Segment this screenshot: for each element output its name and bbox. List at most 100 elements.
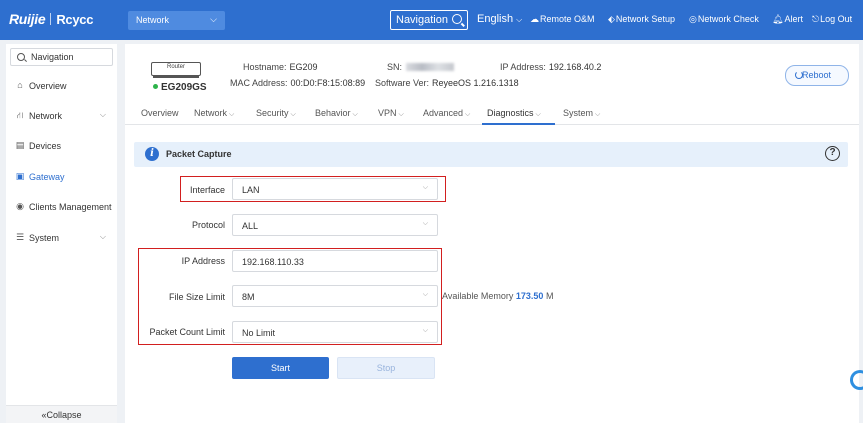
reboot-button[interactable]: Reboot — [785, 65, 849, 86]
packet-capture-header: i Packet Capture ? — [134, 142, 848, 167]
gateway-icon: ▣ — [15, 171, 25, 181]
chevron-down-icon: ⌵ — [595, 111, 601, 118]
sidebar-item-label: Network — [29, 111, 63, 121]
tab-overview[interactable]: Overview — [141, 108, 179, 118]
network-setup-link[interactable]: ⬖Network Setup — [608, 14, 675, 25]
logo-separator — [50, 13, 52, 25]
navigation-search-button[interactable]: Navigation — [390, 10, 468, 30]
alert-label: Alert — [784, 14, 803, 24]
sidebar-item-gateway[interactable]: ▣ Gateway — [6, 168, 117, 188]
stop-button[interactable]: Stop — [337, 357, 435, 379]
tab-label: Network — [194, 108, 228, 118]
network-select-label: Network — [136, 15, 170, 25]
sidebar-item-label: Overview — [29, 81, 67, 91]
chevron-down-icon: ⌵ — [535, 111, 541, 118]
sidebar-item-label: Gateway — [29, 172, 65, 182]
language-label: English — [477, 13, 514, 25]
chevron-down-icon: ⌵ — [516, 15, 523, 24]
network-icon: ⛙ — [16, 110, 24, 120]
bell-icon: 🔔︎ — [772, 14, 784, 24]
available-memory-value: 173.50 — [515, 291, 544, 301]
devices-icon: ▤ — [15, 140, 25, 150]
mac-label: MAC Address: — [230, 78, 288, 88]
remote-om-link[interactable]: ☁Remote O&M — [530, 14, 595, 25]
tab-label: VPN — [378, 108, 397, 118]
sidebar-item-label: System — [29, 233, 60, 243]
tab-label: System — [563, 108, 594, 118]
chevron-down-icon: ⌵ — [398, 111, 404, 118]
highlight-box-filters — [138, 248, 442, 345]
available-memory: Available Memory 173.50 M — [442, 291, 553, 301]
language-select[interactable]: English ⌵ — [477, 13, 522, 25]
chevron-down-icon: ⌵ — [290, 111, 296, 118]
network-check-link[interactable]: ◎Network Check — [689, 14, 759, 25]
software-info: Software Ver: ReyeeOS 1.216.1318 — [375, 78, 519, 88]
collapse-button[interactable]: «Collapse — [6, 405, 117, 423]
software-label: Software Ver: — [375, 78, 430, 88]
chevron-down-icon: ⌵ — [229, 111, 235, 118]
network-check-icon: ◎ — [689, 14, 697, 24]
main-panel: Router EG209GS Hostname: EG209 MAC Addres… — [125, 44, 859, 423]
sidebar-item-label: Clients Management — [29, 202, 112, 212]
hostname-info: Hostname: EG209 — [243, 62, 318, 72]
tab-security[interactable]: Security ⌵ — [256, 108, 296, 119]
chevron-down-icon: ⌵ — [465, 111, 471, 118]
logout-link[interactable]: ⎋Log Out — [812, 14, 852, 25]
logout-label: Log Out — [820, 14, 853, 24]
ip-info: IP Address: 192.168.40.2 — [500, 62, 601, 72]
available-memory-unit: M — [545, 291, 554, 301]
available-memory-label: Available Memory — [442, 291, 514, 301]
sidebar: Navigation ⌂ Overview ⛙ Network ⌵ ▤ Devi… — [6, 44, 117, 423]
sidebar-item-network[interactable]: ⛙ Network ⌵ — [6, 107, 117, 127]
network-setup-icon: ⬖ — [608, 14, 615, 24]
cloud-icon: ☁ — [530, 14, 539, 24]
highlight-box-interface — [180, 176, 446, 202]
logout-icon: ⎋ — [812, 14, 820, 24]
protocol-value: ALL — [242, 221, 259, 231]
help-icon[interactable]: ? — [825, 146, 840, 161]
clients-icon: ◉ — [16, 201, 24, 211]
top-bar: Ruijie Rcycc Network ⌵ Navigation English… — [0, 0, 863, 40]
tab-vpn[interactable]: VPN ⌵ — [378, 108, 404, 119]
sidebar-item-system[interactable]: ☰ System ⌵ — [6, 229, 117, 249]
logo-text: Ruijie — [9, 11, 46, 27]
start-button[interactable]: Start — [232, 357, 329, 379]
sidebar-search-text: Navigation — [31, 52, 74, 62]
sidebar-item-clients-management[interactable]: ◉ Clients Management — [6, 198, 117, 218]
sidebar-item-label: Devices — [29, 141, 62, 151]
sidebar-search-input[interactable]: Navigation — [10, 48, 113, 66]
tab-behavior[interactable]: Behavior ⌵ — [315, 108, 358, 119]
logo-subtext: Rcycc — [56, 12, 94, 27]
ip-label: IP Address: — [500, 62, 546, 72]
mac-info: MAC Address: 00:D0:F8:15:08:89 — [230, 78, 365, 88]
router-icon: Router — [151, 60, 201, 78]
info-icon: i — [145, 147, 159, 161]
chevron-down-icon: ⌵ — [99, 232, 106, 241]
tab-label: Behavior — [315, 108, 351, 118]
chevron-down-icon: ⌵ — [422, 220, 428, 227]
tab-diagnostics[interactable]: Diagnostics ⌵ — [487, 108, 541, 119]
router-icon-base — [153, 75, 199, 78]
assistant-float-icon[interactable] — [848, 366, 863, 396]
status-dot — [153, 84, 158, 89]
tab-system[interactable]: System ⌵ — [563, 108, 600, 119]
tab-advanced[interactable]: Advanced ⌵ — [423, 108, 470, 119]
chevron-down-icon: ⌵ — [352, 111, 358, 118]
tab-label: Overview — [141, 108, 179, 118]
assistant-ring — [850, 370, 863, 390]
software-value: ReyeeOS 1.216.1318 — [432, 78, 519, 88]
sidebar-item-devices[interactable]: ▤ Devices — [6, 137, 117, 157]
active-tab-indicator — [482, 123, 555, 125]
alert-link[interactable]: 🔔︎Alert — [772, 14, 803, 25]
sidebar-item-overview[interactable]: ⌂ Overview — [6, 77, 117, 97]
search-icon — [17, 53, 25, 61]
protocol-select[interactable]: ALL ⌵ — [232, 214, 438, 236]
router-icon-body: Router — [151, 62, 201, 76]
network-setup-label: Network Setup — [615, 14, 675, 24]
home-icon: ⌂ — [17, 80, 23, 90]
protocol-label: Protocol — [191, 220, 225, 230]
sn-info: SN: — [387, 62, 455, 72]
network-select[interactable]: Network ⌵ — [128, 11, 225, 30]
tab-network[interactable]: Network ⌵ — [194, 108, 234, 119]
logo: Ruijie Rcycc — [9, 11, 93, 27]
